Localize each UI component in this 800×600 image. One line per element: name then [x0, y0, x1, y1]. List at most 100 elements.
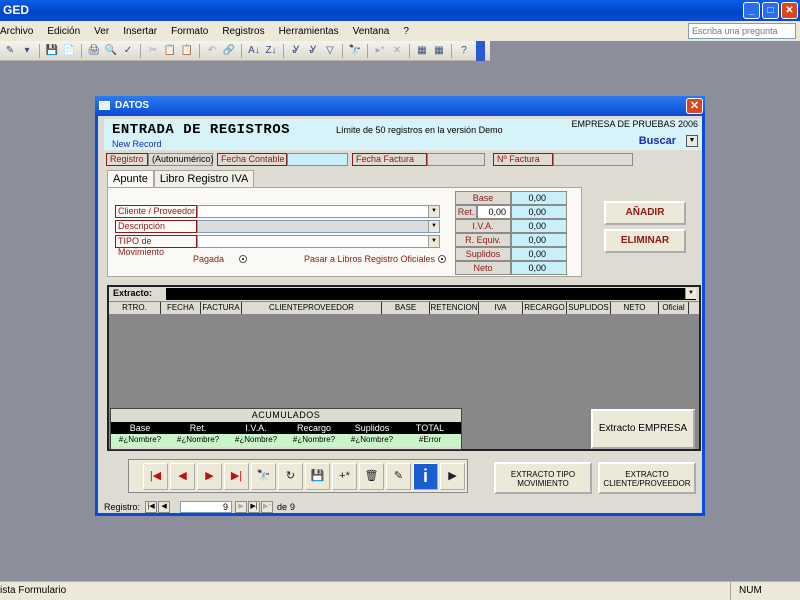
pasar-libros-label: Pasar a Libros Registro Oficiales [304, 254, 436, 264]
help-icon[interactable]: ? [456, 43, 472, 59]
chevron-down-icon[interactable]: ▼ [428, 206, 439, 217]
find-icon[interactable]: 🔭 [251, 463, 276, 490]
neto-label: Neto [455, 261, 511, 275]
print-preview-icon[interactable]: 🔍 [103, 43, 119, 59]
status-text: ista Formulario [0, 585, 67, 596]
paste-icon[interactable]: 📋 [179, 43, 195, 59]
chevron-down-icon[interactable]: ▼ [428, 221, 439, 232]
menu-registros[interactable]: Registros [215, 26, 271, 37]
new-object-icon[interactable]: ▦ [431, 43, 447, 59]
minimize-button[interactable]: _ [743, 2, 760, 19]
nav-first-button[interactable]: |◀ [145, 501, 158, 513]
extracto-tipo-movimiento-button[interactable]: EXTRACTO TIPO MOVIMIENTO [494, 462, 592, 494]
hyperlink-icon[interactable]: 🔗 [221, 43, 237, 59]
column-header: FACTURA [201, 302, 242, 314]
exit-icon[interactable]: ▶ [440, 463, 465, 490]
maximize-button[interactable]: □ [762, 2, 779, 19]
undo-icon[interactable]: ↶ [204, 43, 220, 59]
menu-formato[interactable]: Formato [164, 26, 215, 37]
descripcion-combo[interactable]: ▼ [197, 220, 440, 233]
menu-ventana[interactable]: Ventana [346, 26, 397, 37]
design-view-icon[interactable]: ✎ [2, 43, 18, 59]
new-record-icon[interactable]: ▸* [372, 43, 388, 59]
previous-record-icon[interactable]: ◀ [170, 463, 195, 490]
buscar-dropdown-icon[interactable]: ▼ [686, 135, 698, 147]
nav-previous-button[interactable]: ◀ [158, 501, 171, 513]
extracto-empresa-button[interactable]: Extracto EMPRESA [591, 409, 695, 449]
ret-percent-input[interactable]: 0,00 [477, 205, 511, 219]
record-navigator: Registro: |◀ ◀ 9 ▶ ▶| ▶* de 9 [104, 500, 295, 514]
tab-libro-registro-iva[interactable]: Libro Registro IVA [153, 170, 255, 188]
file-search-icon[interactable]: 📄 [61, 43, 77, 59]
dialog-title: DATOS [115, 100, 150, 111]
view-dropdown-icon[interactable]: ▾ [19, 43, 35, 59]
menu-insertar[interactable]: Insertar [116, 26, 164, 37]
dialog-close-button[interactable]: ✕ [686, 98, 703, 114]
nav-new-button[interactable]: ▶* [261, 501, 274, 513]
pagada-option[interactable] [239, 255, 247, 263]
pasar-libros-option[interactable] [438, 255, 446, 263]
tipo-movimiento-combo[interactable]: ▼ [197, 235, 440, 248]
registro-label: Registro [106, 153, 148, 166]
tab-apunte[interactable]: Apunte [107, 170, 154, 188]
sort-descending-icon[interactable]: Z↓ [263, 43, 279, 59]
pagada-label: Pagada [193, 254, 225, 264]
cliente-proveedor-combo[interactable]: ▼ [197, 205, 440, 218]
close-button[interactable]: ✕ [781, 2, 798, 19]
form-icon [99, 101, 110, 110]
nav-next-button[interactable]: ▶ [235, 501, 248, 513]
menu-archivo[interactable]: Archivo [0, 26, 40, 37]
record-number-input[interactable]: 9 [180, 501, 233, 513]
save-icon[interactable]: 💾 [44, 43, 60, 59]
chevron-down-icon[interactable]: ▼ [428, 236, 439, 247]
next-record-icon[interactable]: ▶ [197, 463, 222, 490]
column-header: FECHA [161, 302, 201, 314]
ret-label: Ret. [455, 205, 477, 219]
save-icon[interactable]: 💾 [305, 463, 330, 490]
extracto-combo[interactable]: ▼ [166, 288, 696, 300]
form-title: ENTRADA DE REGISTROS [112, 122, 291, 138]
acumulados-value: #¿Nombre? [292, 435, 336, 444]
help-search-input[interactable]: Escriba una pregunta [688, 23, 796, 39]
anadir-button[interactable]: AÑADIR [604, 201, 686, 225]
demo-limit-note: Límite de 50 registros en la versión Dem… [336, 125, 503, 135]
cut-icon[interactable]: ✂ [145, 43, 161, 59]
spelling-icon[interactable]: ✓ [120, 43, 136, 59]
filter-by-selection-icon[interactable]: Ꮍ [288, 43, 304, 59]
app-title: GED [3, 3, 30, 17]
first-record-icon[interactable]: |◀ [143, 463, 168, 490]
delete-icon[interactable]: 🗑 [359, 463, 384, 490]
copy-icon[interactable]: 📋 [162, 43, 178, 59]
toolbar-separator [241, 43, 242, 58]
new-record-icon[interactable]: +* [332, 463, 357, 490]
fecha-contable-input[interactable] [287, 153, 348, 166]
extracto-column-headers: RTRO. FECHA FACTURA CLIENTEPROVEEDOR BAS… [109, 302, 699, 314]
toolbar-options-handle[interactable] [476, 41, 485, 61]
database-window-icon[interactable]: ▦ [414, 43, 430, 59]
menu-bar: Archivo Edición Ver Insertar Formato Reg… [0, 21, 800, 41]
find-icon[interactable]: 🔭 [347, 43, 363, 59]
chevron-down-icon[interactable]: ▼ [685, 288, 696, 299]
info-icon[interactable]: i [413, 463, 438, 490]
buscar-label[interactable]: Buscar [639, 135, 676, 147]
record-total: 9 [290, 502, 296, 512]
extracto-cliente-proveedor-button[interactable]: EXTRACTO CLIENTE/PROVEEDOR [598, 462, 696, 494]
sort-ascending-icon[interactable]: A↓ [246, 43, 262, 59]
acumulados-value: #¿Nombre? [350, 435, 394, 444]
delete-record-icon[interactable]: ✕ [389, 43, 405, 59]
last-record-icon[interactable]: ▶| [224, 463, 249, 490]
fecha-factura-input[interactable] [427, 153, 485, 166]
refresh-icon[interactable]: ↻ [278, 463, 303, 490]
menu-herramientas[interactable]: Herramientas [272, 26, 346, 37]
n-factura-input[interactable] [553, 153, 633, 166]
apply-filter-icon[interactable]: ▽ [322, 43, 338, 59]
print-icon[interactable]: 🖨 [86, 43, 102, 59]
eliminar-button[interactable]: ELIMINAR [604, 229, 686, 253]
menu-help[interactable]: ? [396, 26, 416, 37]
fecha-contable-label: Fecha Contable [217, 153, 287, 166]
menu-edicion[interactable]: Edición [40, 26, 87, 37]
nav-last-button[interactable]: ▶| [248, 501, 261, 513]
menu-ver[interactable]: Ver [87, 26, 116, 37]
edit-icon[interactable]: ✎ [386, 463, 411, 490]
filter-by-form-icon[interactable]: Ꮍ [305, 43, 321, 59]
